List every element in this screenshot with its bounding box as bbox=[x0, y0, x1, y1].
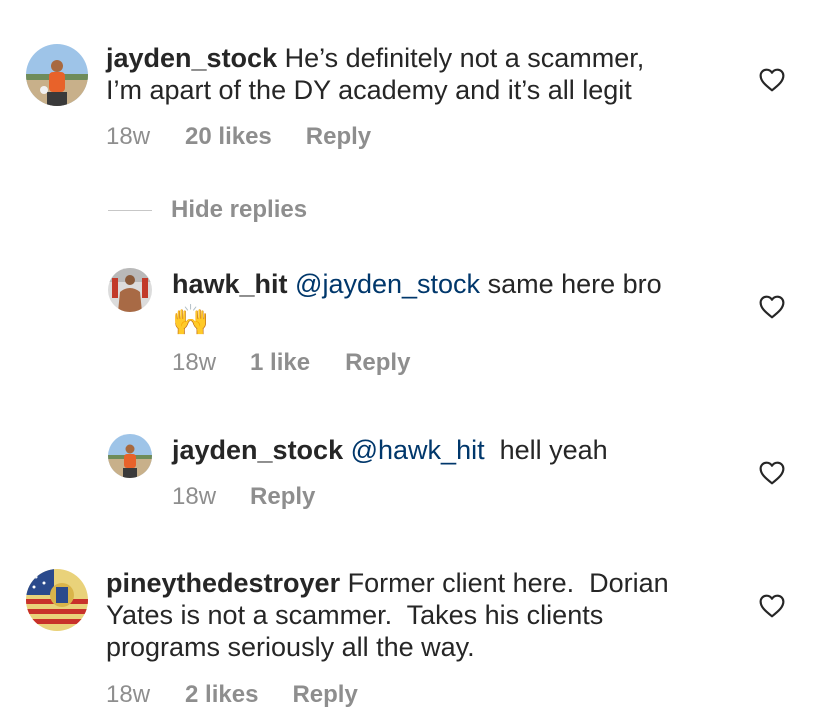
divider-line bbox=[108, 209, 152, 211]
hide-replies-toggle[interactable]: Hide replies bbox=[108, 196, 307, 224]
reply-button[interactable]: Reply bbox=[250, 483, 315, 511]
hide-replies-label[interactable]: Hide replies bbox=[171, 196, 307, 224]
raising-hands-emoji: 🙌 bbox=[172, 304, 210, 337]
avatar[interactable] bbox=[26, 569, 88, 631]
avatar[interactable] bbox=[108, 434, 152, 478]
comment-text: same here bro bbox=[480, 269, 662, 299]
comment-meta: 18w 1 like Reply bbox=[172, 349, 410, 377]
heart-icon[interactable] bbox=[759, 68, 785, 92]
heart-icon[interactable] bbox=[759, 461, 785, 485]
username[interactable]: jayden_stock bbox=[172, 435, 343, 465]
timestamp: 18w bbox=[106, 681, 151, 708]
comment-meta: 18w 20 likes Reply bbox=[106, 123, 371, 151]
comment-text-line2: Yates is not a scammer. Takes his client… bbox=[106, 600, 604, 630]
mention-link[interactable]: @jayden_stock bbox=[295, 269, 480, 299]
username[interactable]: hawk_hit bbox=[172, 269, 288, 299]
comment-text-line3: programs seriously all the way. bbox=[106, 632, 475, 662]
likes-count[interactable]: 20 likes bbox=[185, 123, 272, 151]
reply-button[interactable]: Reply bbox=[306, 123, 371, 151]
comment-meta: 18w Reply bbox=[172, 483, 315, 511]
username[interactable]: jayden_stock bbox=[106, 43, 277, 73]
comment-text: Former client here. Dorian bbox=[340, 568, 669, 598]
timestamp: 18w bbox=[172, 349, 217, 376]
avatar[interactable] bbox=[108, 268, 152, 312]
username[interactable]: pineythedestroyer bbox=[106, 568, 340, 598]
comment-text: hell yeah bbox=[484, 435, 608, 465]
heart-icon[interactable] bbox=[759, 295, 785, 319]
likes-count[interactable]: 2 likes bbox=[185, 681, 258, 709]
comment-text-line2: I’m apart of the DY academy and it’s all… bbox=[106, 75, 632, 105]
timestamp: 18w bbox=[106, 123, 151, 150]
timestamp: 18w bbox=[172, 483, 217, 510]
likes-count[interactable]: 1 like bbox=[250, 349, 310, 377]
comment-text: He’s definitely not a scammer, bbox=[277, 43, 645, 73]
reply-button[interactable]: Reply bbox=[345, 349, 410, 377]
avatar[interactable] bbox=[26, 44, 88, 106]
comment-meta: 18w 2 likes Reply bbox=[106, 681, 358, 709]
reply-button[interactable]: Reply bbox=[292, 681, 357, 709]
heart-icon[interactable] bbox=[759, 594, 785, 618]
mention-link[interactable]: @hawk_hit bbox=[351, 435, 485, 465]
